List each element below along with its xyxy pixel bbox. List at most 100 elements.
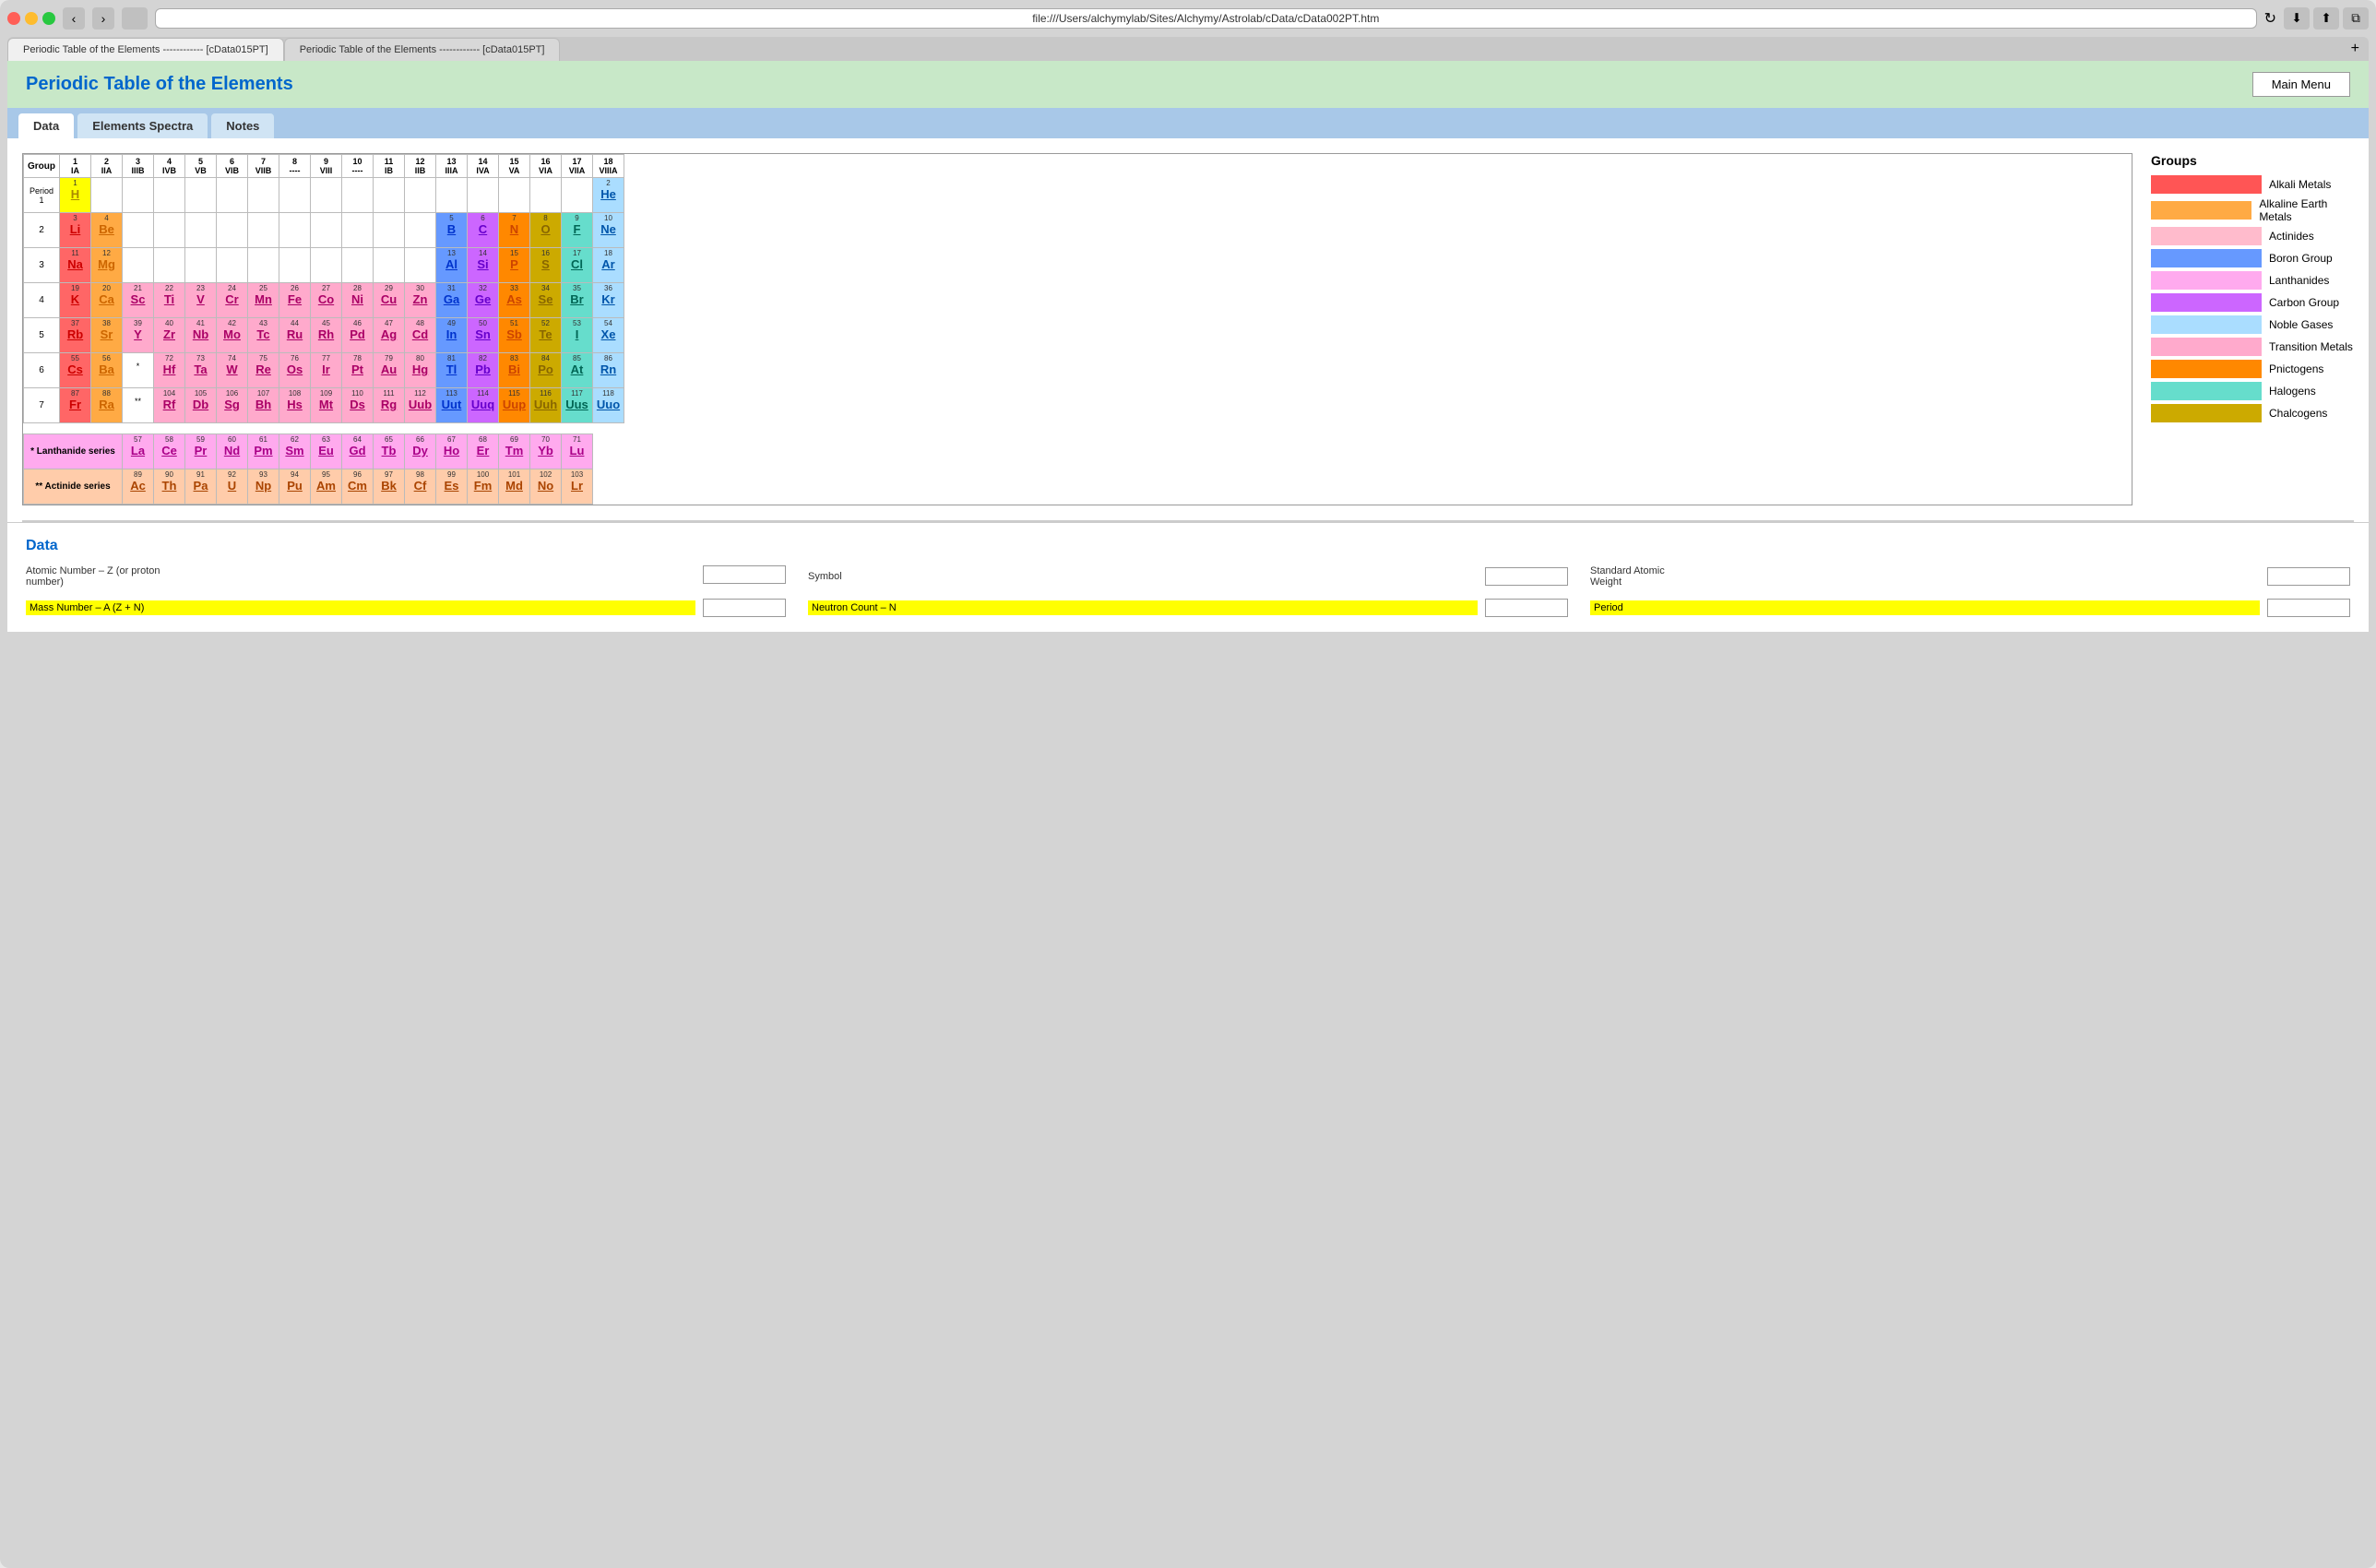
forward-button[interactable]: ›: [92, 7, 114, 30]
element-Zr[interactable]: 40 Zr: [154, 318, 185, 353]
element-Gd[interactable]: 64Gd: [342, 434, 374, 469]
element-Ag[interactable]: 47 Ag: [374, 318, 405, 353]
element-Ru[interactable]: 44 Ru: [279, 318, 311, 353]
element-Uuo[interactable]: 118 Uuo: [593, 388, 624, 423]
element-H[interactable]: 1 H: [60, 178, 91, 213]
element-P[interactable]: 15 P: [499, 248, 530, 283]
input-atomic-number[interactable]: [703, 565, 786, 584]
element-Uut[interactable]: 113 Uut: [436, 388, 468, 423]
element-Be[interactable]: 4 Be: [91, 213, 123, 248]
element-Mo[interactable]: 42 Mo: [217, 318, 248, 353]
element-Pr[interactable]: 59Pr: [185, 434, 217, 469]
element-At[interactable]: 85 At: [562, 353, 593, 388]
element-Pa[interactable]: 91Pa: [185, 469, 217, 505]
element-Pb[interactable]: 82 Pb: [468, 353, 499, 388]
element-Zn[interactable]: 30 Zn: [405, 283, 436, 318]
main-menu-button[interactable]: Main Menu: [2252, 72, 2350, 97]
element-Au[interactable]: 79 Au: [374, 353, 405, 388]
back-button[interactable]: ‹: [63, 7, 85, 30]
element-Cu[interactable]: 29 Cu: [374, 283, 405, 318]
element-Ce[interactable]: 58Ce: [154, 434, 185, 469]
element-Sb[interactable]: 51 Sb: [499, 318, 530, 353]
element-Tb[interactable]: 65Tb: [374, 434, 405, 469]
element-Rn[interactable]: 86 Rn: [593, 353, 624, 388]
element-I[interactable]: 53 I: [562, 318, 593, 353]
element-N[interactable]: 7 N: [499, 213, 530, 248]
element-Mt[interactable]: 109 Mt: [311, 388, 342, 423]
element-Mg[interactable]: 12 Mg: [91, 248, 123, 283]
element-Cm[interactable]: 96Cm: [342, 469, 374, 505]
element-Tm[interactable]: 69Tm: [499, 434, 530, 469]
element-B[interactable]: 5 B: [436, 213, 468, 248]
element-Hf[interactable]: 72 Hf: [154, 353, 185, 388]
browser-tab-1[interactable]: Periodic Table of the Elements ---------…: [7, 38, 284, 61]
element-Uus[interactable]: 117 Uus: [562, 388, 593, 423]
element-Br[interactable]: 35 Br: [562, 283, 593, 318]
element-Hg[interactable]: 80 Hg: [405, 353, 436, 388]
element-F[interactable]: 9 F: [562, 213, 593, 248]
element-Y[interactable]: 39 Y: [123, 318, 154, 353]
element-Am[interactable]: 95Am: [311, 469, 342, 505]
element-No[interactable]: 102No: [530, 469, 562, 505]
element-U[interactable]: 92U: [217, 469, 248, 505]
element-Bh[interactable]: 107 Bh: [248, 388, 279, 423]
element-Ca[interactable]: 20 Ca: [91, 283, 123, 318]
reload-button[interactable]: ↻: [2264, 9, 2276, 28]
element-Pt[interactable]: 78 Pt: [342, 353, 374, 388]
element-Kr[interactable]: 36 Kr: [593, 283, 624, 318]
element-Sc[interactable]: 21 Sc: [123, 283, 154, 318]
element-Pu[interactable]: 94Pu: [279, 469, 311, 505]
element-Cd[interactable]: 48 Cd: [405, 318, 436, 353]
element-Sm[interactable]: 62Sm: [279, 434, 311, 469]
element-Ne[interactable]: 10 Ne: [593, 213, 624, 248]
element-Al[interactable]: 13 Al: [436, 248, 468, 283]
element-Rg[interactable]: 111 Rg: [374, 388, 405, 423]
element-Tl[interactable]: 81 Tl: [436, 353, 468, 388]
element-Os[interactable]: 76 Os: [279, 353, 311, 388]
element-Fr[interactable]: 87 Fr: [60, 388, 91, 423]
minimize-button[interactable]: [25, 12, 38, 25]
element-He[interactable]: 2 He: [593, 178, 624, 213]
element-Rh[interactable]: 45 Rh: [311, 318, 342, 353]
element-Lr[interactable]: 103Lr: [562, 469, 593, 505]
element-Th[interactable]: 90Th: [154, 469, 185, 505]
new-tab-button[interactable]: +: [2342, 37, 2369, 61]
element-Te[interactable]: 52 Te: [530, 318, 562, 353]
tab-elements-spectra[interactable]: Elements Spectra: [77, 113, 208, 138]
element-Sr[interactable]: 38 Sr: [91, 318, 123, 353]
element-Se[interactable]: 34 Se: [530, 283, 562, 318]
input-symbol[interactable]: [1485, 567, 1568, 586]
element-Ar[interactable]: 18 Ar: [593, 248, 624, 283]
element-Fe[interactable]: 26 Fe: [279, 283, 311, 318]
element-Rb[interactable]: 37 Rb: [60, 318, 91, 353]
element-Co[interactable]: 27 Co: [311, 283, 342, 318]
element-Ac[interactable]: 89Ac: [123, 469, 154, 505]
tab-data[interactable]: Data: [18, 113, 74, 138]
element-Eu[interactable]: 63Eu: [311, 434, 342, 469]
element-C[interactable]: 6 C: [468, 213, 499, 248]
element-Cf[interactable]: 98Cf: [405, 469, 436, 505]
element-Re[interactable]: 75 Re: [248, 353, 279, 388]
element-Po[interactable]: 84 Po: [530, 353, 562, 388]
element-S[interactable]: 16 S: [530, 248, 562, 283]
element-Rf[interactable]: 104 Rf: [154, 388, 185, 423]
maximize-button[interactable]: [42, 12, 55, 25]
element-Uuh[interactable]: 116 Uuh: [530, 388, 562, 423]
element-Ti[interactable]: 22 Ti: [154, 283, 185, 318]
share-button[interactable]: ⬆: [2313, 7, 2339, 30]
element-Ir[interactable]: 77 Ir: [311, 353, 342, 388]
element-Dy[interactable]: 66Dy: [405, 434, 436, 469]
download-button[interactable]: ⬇: [2284, 7, 2310, 30]
element-O[interactable]: 8 O: [530, 213, 562, 248]
element-Ni[interactable]: 28 Ni: [342, 283, 374, 318]
input-neutron-count[interactable]: [1485, 599, 1568, 617]
element-Ds[interactable]: 110 Ds: [342, 388, 374, 423]
element-K[interactable]: 19 K: [60, 283, 91, 318]
element-Bk[interactable]: 97Bk: [374, 469, 405, 505]
element-Md[interactable]: 101Md: [499, 469, 530, 505]
input-mass-number[interactable]: [703, 599, 786, 617]
element-Uup[interactable]: 115 Uup: [499, 388, 530, 423]
element-Ge[interactable]: 32 Ge: [468, 283, 499, 318]
tab-notes[interactable]: Notes: [211, 113, 274, 138]
element-Si[interactable]: 14 Si: [468, 248, 499, 283]
